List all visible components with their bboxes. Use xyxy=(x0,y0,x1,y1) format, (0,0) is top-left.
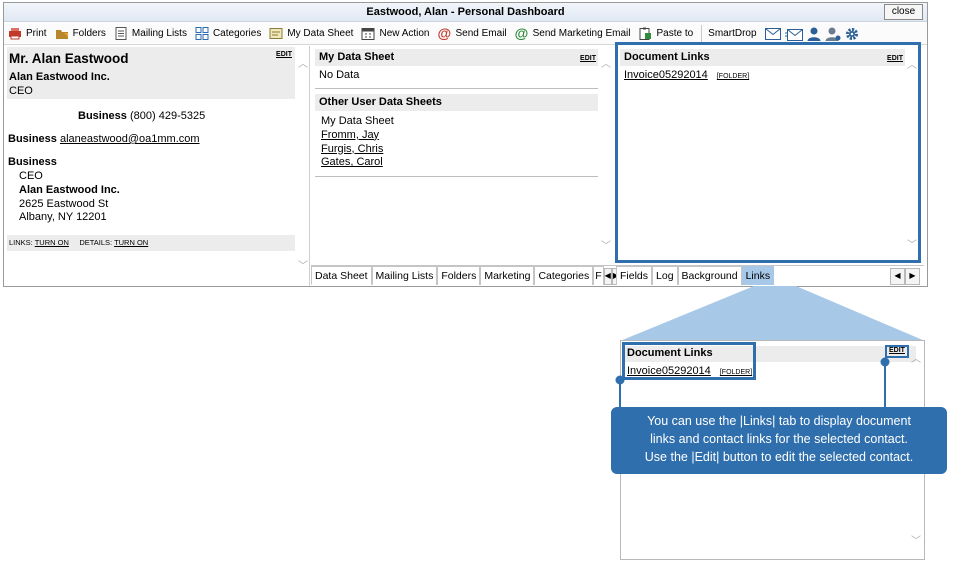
callout-connectors xyxy=(615,357,890,410)
callout-tooltip: You can use the |Links| tab to display d… xyxy=(611,407,947,474)
